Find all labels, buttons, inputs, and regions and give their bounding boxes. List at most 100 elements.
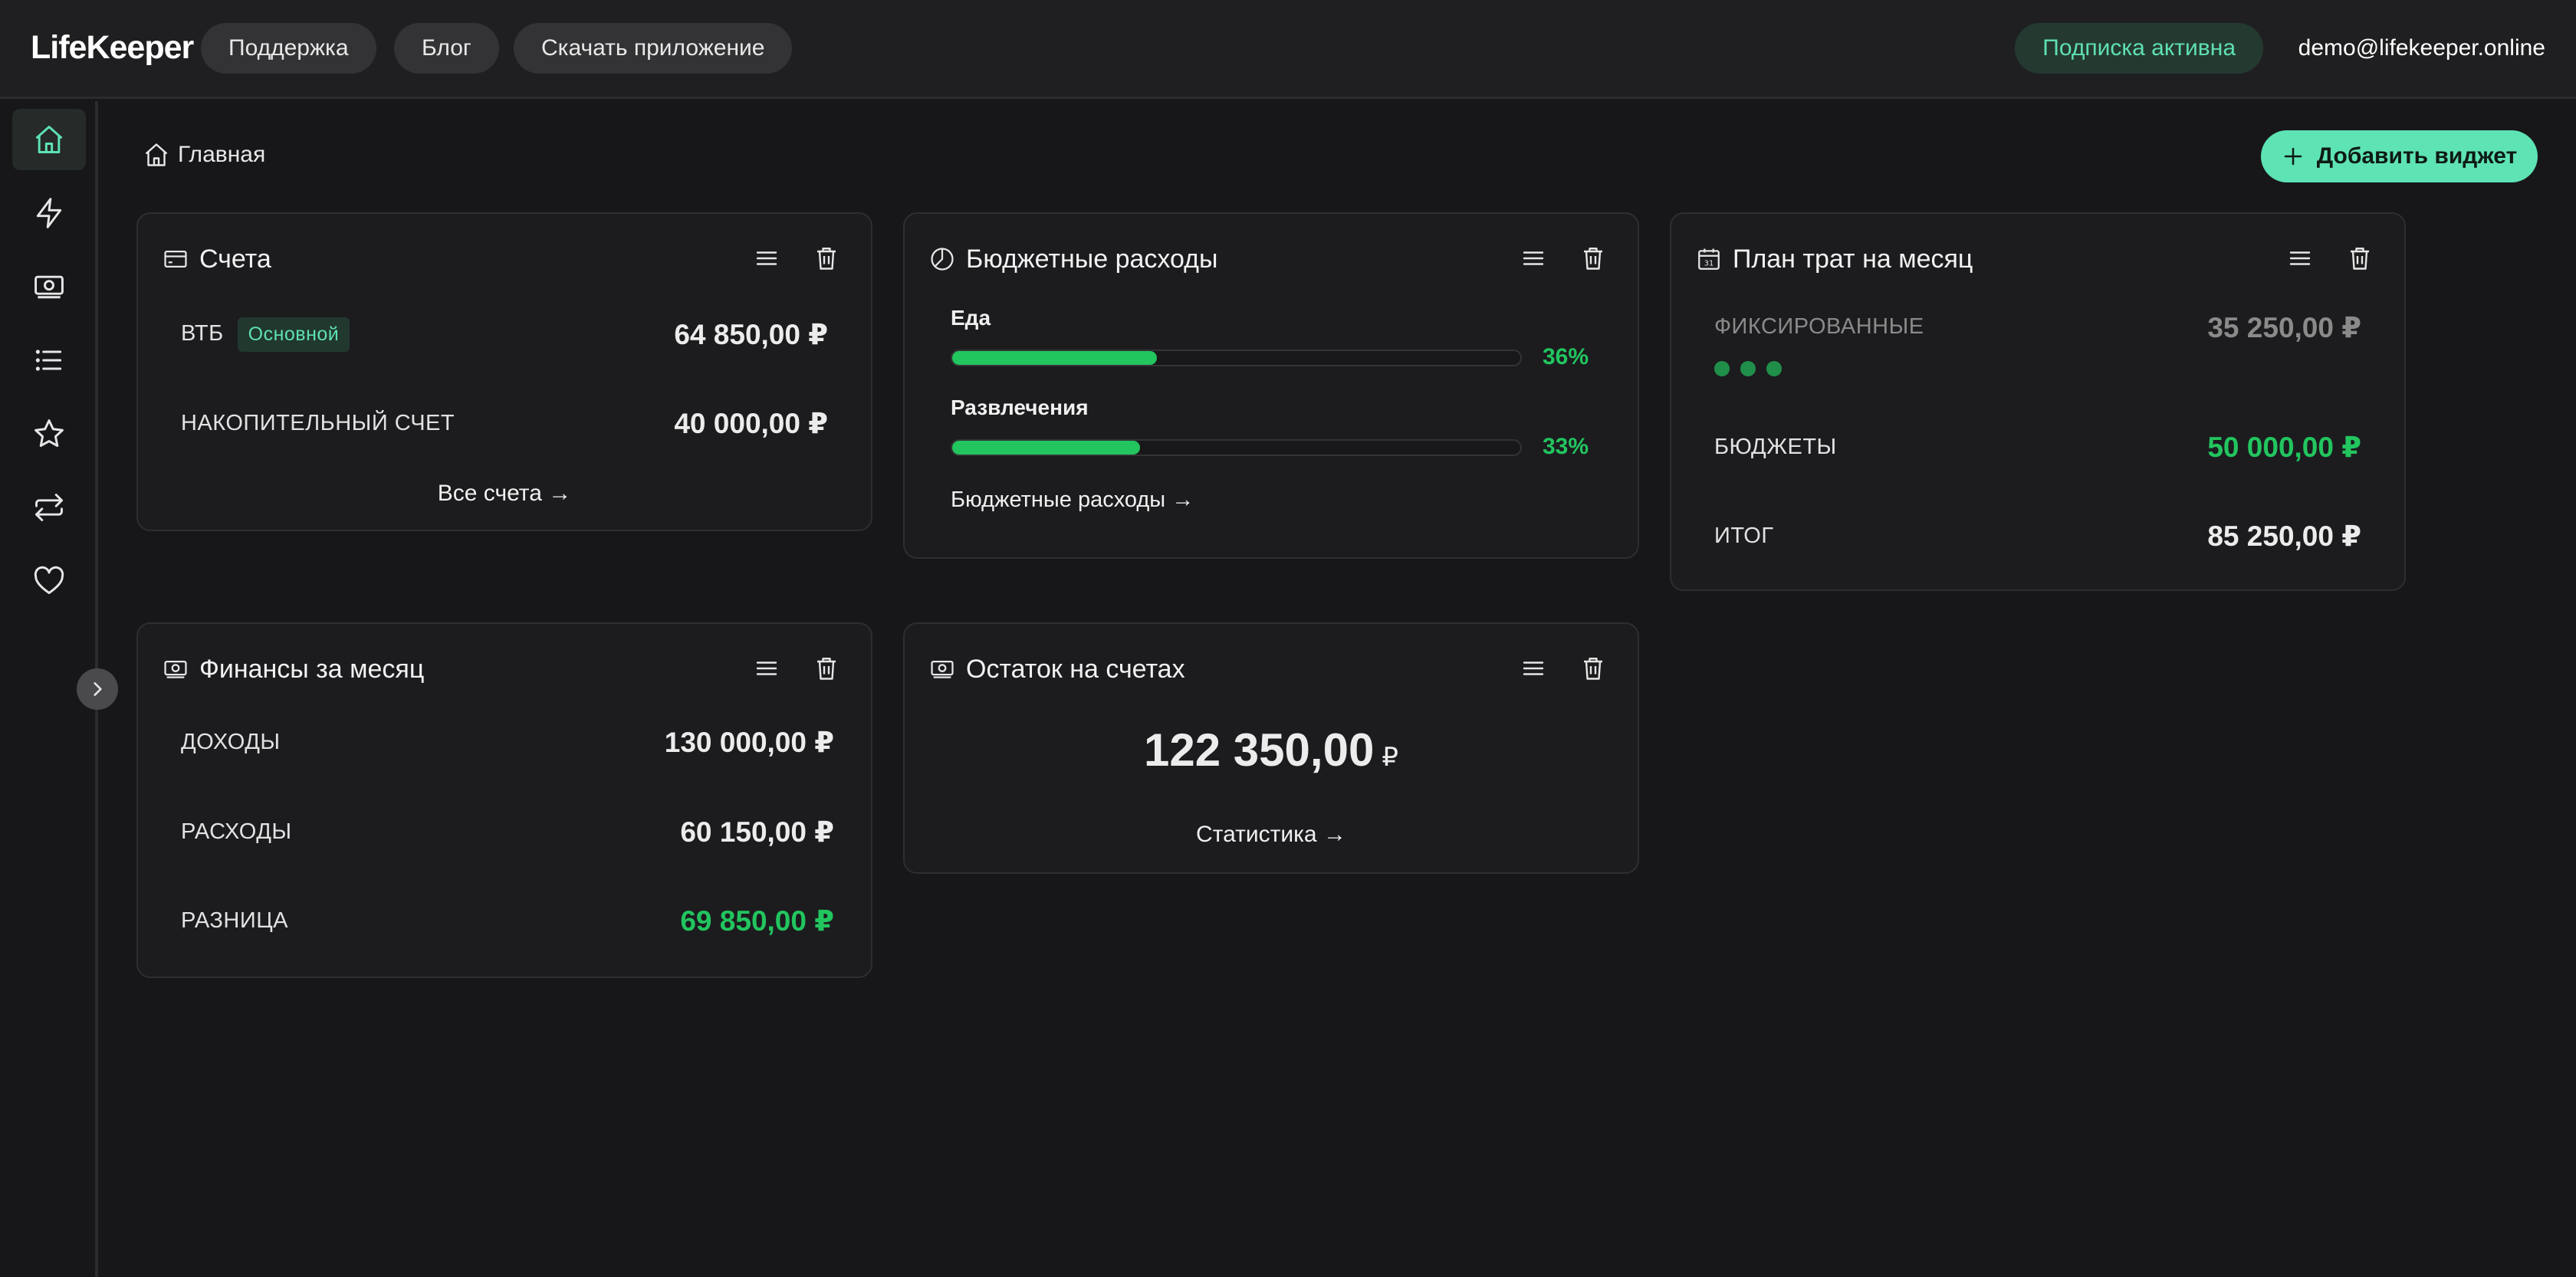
widget-title: Счета [199, 244, 271, 274]
expense-label: РАСХОДЫ [181, 819, 292, 844]
sidebar-item-operations[interactable] [12, 182, 86, 244]
add-widget-label: Добавить виджет [2316, 143, 2518, 169]
home-icon [145, 143, 168, 166]
balance-widget: Остаток на счетах 122 350,00 ₽ Статистика… [903, 622, 1639, 874]
drag-handle-icon[interactable] [753, 245, 780, 272]
balance-amount: 122 350,00 [1144, 724, 1375, 776]
home-icon [35, 126, 63, 153]
widget-header: Бюджетные расходы [929, 240, 1613, 278]
list-icon [35, 350, 62, 371]
primary-badge: Основной [237, 317, 350, 352]
sidebar-item-list[interactable] [12, 330, 86, 391]
budget-name: Развлечения [951, 396, 1089, 419]
budget-expenses-link[interactable]: Бюджетные расходы → [951, 487, 1194, 513]
widget-header: Счета [163, 240, 846, 278]
statistics-link[interactable]: Статистика → [905, 822, 1638, 848]
fixed-label: ФИКСИРОВАННЫЕ [1714, 314, 1924, 339]
budget-progress-bar [951, 439, 1522, 456]
budget-expenses-widget: Бюджетные расходы Еда 36% Развлечения 33… [903, 212, 1639, 559]
top-bar: LifeKeeper Поддержка Блог Скачать прилож… [0, 0, 2576, 99]
account-amount: 64 850,00 ₽ [674, 318, 828, 350]
repeat-icon [35, 494, 63, 521]
add-widget-button[interactable]: Добавить виджет [2261, 130, 2538, 182]
breadcrumb: Главная [143, 141, 265, 169]
budget-progress-fill [952, 441, 1140, 455]
trash-icon[interactable] [1579, 245, 1607, 272]
widget-title: Остаток на счетах [966, 654, 1185, 684]
nav-download-app-button[interactable]: Скачать приложение [514, 23, 793, 74]
loading-indicator [1714, 361, 1782, 376]
account-row[interactable]: НАКОПИТЕЛЬНЫЙ СЧЕТ 40 000,00 ₽ [181, 400, 828, 446]
account-row[interactable]: ВТБ Основной 64 850,00 ₽ [181, 311, 828, 357]
trash-icon[interactable] [813, 245, 840, 272]
widget-title: Бюджетные расходы [966, 244, 1218, 274]
accounts-widget: Счета ВТБ Основной 64 850,00 ₽ НАКОПИТЕЛЬ… [136, 212, 872, 531]
nav-support-button[interactable]: Поддержка [201, 23, 376, 74]
widget-actions [753, 245, 840, 272]
sidebar-item-money[interactable] [12, 256, 86, 317]
budget-progress-fill [952, 351, 1157, 365]
sidebar-expand-button[interactable] [77, 668, 118, 710]
spending-plan-widget: 31 План трат на месяц ФИКСИРОВАННЫЕ 35 2… [1670, 212, 2406, 591]
total-balance: 122 350,00 ₽ [905, 724, 1638, 776]
budget-percent: 36% [1542, 344, 1589, 369]
budgets-label: БЮДЖЕТЫ [1714, 434, 1837, 459]
trash-icon[interactable] [2346, 245, 2374, 272]
difference-row: РАЗНИЦА 69 850,00 ₽ [181, 898, 834, 944]
income-amount: 130 000,00 ₽ [664, 726, 834, 758]
sidebar-item-home[interactable] [12, 109, 86, 170]
plus-icon [2284, 147, 2302, 166]
difference-amount: 69 850,00 ₽ [680, 904, 834, 937]
sidebar-item-transfers[interactable] [12, 477, 86, 538]
breadcrumb-label[interactable]: Главная [178, 142, 265, 168]
nav-blog-button[interactable]: Блог [394, 23, 499, 74]
widget-actions [2286, 245, 2374, 272]
lightning-icon [36, 198, 62, 228]
widget-actions [1520, 245, 1607, 272]
sidebar-item-favorites[interactable] [12, 403, 86, 465]
drag-handle-icon[interactable] [1520, 655, 1547, 682]
monthly-finances-widget: Финансы за месяц ДОХОДЫ 130 000,00 ₽ РАС… [136, 622, 872, 978]
app-logo[interactable]: LifeKeeper [31, 29, 194, 67]
widget-header: Остаток на счетах [929, 650, 1613, 688]
drag-handle-icon[interactable] [753, 655, 780, 682]
svg-text:31: 31 [1704, 260, 1714, 268]
drag-handle-icon[interactable] [2286, 245, 2314, 272]
subscription-status-button[interactable]: Подписка активна [2015, 23, 2263, 74]
widget-header: Финансы за месяц [163, 650, 846, 688]
user-email-menu[interactable]: demo@lifekeeper.online [2298, 35, 2545, 61]
calendar-icon: 31 [1698, 248, 1720, 270]
pie-chart-icon [931, 248, 954, 271]
credit-card-icon [164, 250, 187, 268]
star-icon [34, 419, 64, 448]
chevron-right-icon [94, 682, 102, 696]
budget-progress-bar [951, 350, 1522, 366]
widget-actions [1520, 655, 1607, 682]
all-accounts-link[interactable]: Все счета → [138, 481, 871, 507]
trash-icon[interactable] [1579, 655, 1607, 682]
money-icon [931, 660, 954, 678]
expense-amount: 60 150,00 ₽ [680, 816, 834, 848]
money-icon [164, 660, 187, 678]
heart-icon [34, 566, 64, 595]
money-icon [34, 275, 64, 299]
widget-title: Финансы за месяц [199, 654, 425, 684]
trash-icon[interactable] [813, 655, 840, 682]
widget-actions [753, 655, 840, 682]
account-amount: 40 000,00 ₽ [674, 407, 828, 439]
budget-percent: 33% [1542, 434, 1589, 459]
balance-currency: ₽ [1382, 743, 1398, 772]
drag-handle-icon[interactable] [1520, 245, 1547, 272]
account-name: НАКОПИТЕЛЬНЫЙ СЧЕТ [181, 410, 455, 435]
total-row: ИТОГ 85 250,00 ₽ [1714, 513, 2361, 559]
budget-name: Еда [951, 306, 991, 330]
total-label: ИТОГ [1714, 523, 1774, 548]
budgets-amount: 50 000,00 ₽ [2207, 431, 2361, 463]
income-row: ДОХОДЫ 130 000,00 ₽ [181, 719, 834, 765]
widget-title: План трат на месяц [1733, 244, 1973, 274]
sidebar-item-wishlist[interactable] [12, 550, 86, 612]
fixed-expenses-row: ФИКСИРОВАННЫЕ 35 250,00 ₽ [1714, 311, 2361, 357]
widget-header: 31 План трат на месяц [1696, 240, 2380, 278]
total-amount: 85 250,00 ₽ [2207, 520, 2361, 552]
fixed-amount: 35 250,00 ₽ [2207, 312, 2361, 343]
